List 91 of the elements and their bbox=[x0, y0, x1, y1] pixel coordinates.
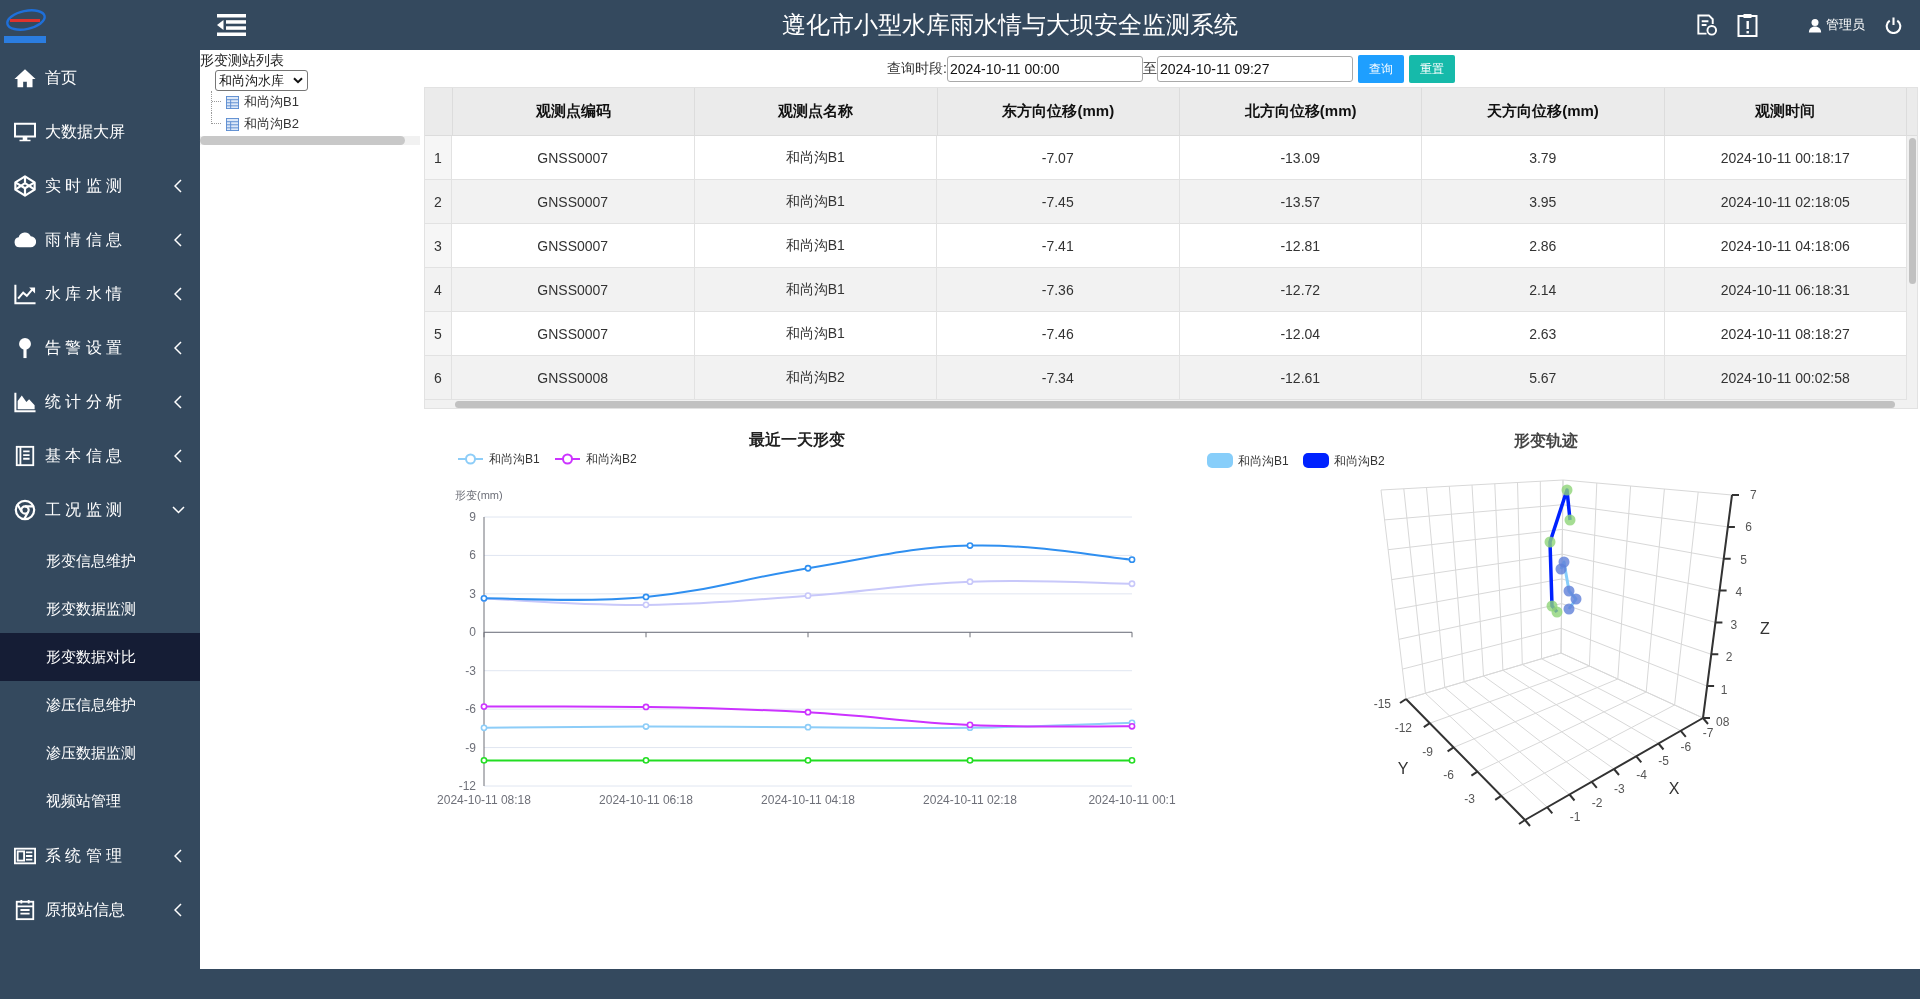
column-header: 北方向位移(mm) bbox=[1180, 88, 1423, 135]
axis-tick-label: -12 bbox=[458, 779, 476, 793]
table-cell: 3.79 bbox=[1422, 136, 1665, 180]
table-cell: GNSS0007 bbox=[452, 180, 695, 224]
column-header: 观测时间 bbox=[1664, 88, 1907, 135]
table-cell: -7.36 bbox=[937, 268, 1180, 312]
axis-tick-label: -12 bbox=[1394, 720, 1412, 735]
axis-tick-label: 2024-10-11 04:18 bbox=[761, 793, 855, 807]
axis-tick-label: 7 bbox=[1750, 488, 1757, 502]
axis-title: Y bbox=[1397, 760, 1409, 777]
axis-tick-label: -5 bbox=[1658, 754, 1669, 768]
axis-title: X bbox=[1668, 780, 1680, 797]
table-cell: 3.95 bbox=[1422, 180, 1665, 224]
table-cell: -13.09 bbox=[1179, 136, 1422, 180]
row-number: 2 bbox=[425, 180, 452, 224]
axis-tick-label: -1 bbox=[1569, 810, 1581, 824]
table-cell: -12.81 bbox=[1179, 224, 1422, 268]
axis-tick-label: 6 bbox=[1745, 520, 1752, 535]
table-cell: 2.63 bbox=[1422, 312, 1665, 356]
table-cell: GNSS0007 bbox=[452, 312, 695, 356]
column-header: 观测点编码 bbox=[453, 88, 696, 135]
query-label: 查询时段: bbox=[887, 60, 947, 78]
table-cell: 和尚沟B1 bbox=[694, 224, 937, 268]
table-cell: -12.04 bbox=[1179, 312, 1422, 356]
axis-tick-label: 2 bbox=[1725, 650, 1733, 665]
app-title: 遵化市小型水库雨水情与大坝安全监测系统 bbox=[782, 10, 1238, 40]
table-cell: 2024-10-11 08:18:27 bbox=[1664, 312, 1907, 356]
axis-tick-label: 0 bbox=[469, 625, 476, 640]
table-cell: 2024-10-11 06:18:31 bbox=[1664, 268, 1907, 312]
column-header: 天方向位移(mm) bbox=[1422, 88, 1665, 135]
table-cell: -13.57 bbox=[1179, 180, 1422, 224]
table-cell: 和尚沟B1 bbox=[694, 180, 937, 224]
table-cell: 2024-10-11 04:18:06 bbox=[1664, 224, 1907, 268]
axis-tick-label: 4 bbox=[1735, 585, 1743, 600]
row-number: 4 bbox=[425, 268, 452, 312]
axis-tick-label: 08 bbox=[1716, 715, 1730, 729]
table-cell: 和尚沟B1 bbox=[694, 268, 937, 312]
chart-title: 最近一天形变 bbox=[749, 431, 845, 448]
axis-tick-label: -7 bbox=[1702, 726, 1714, 740]
axis-tick-label: 2024-10-11 02:18 bbox=[923, 793, 1017, 807]
row-number: 3 bbox=[425, 224, 452, 268]
table-cell: 和尚沟B1 bbox=[694, 312, 937, 356]
axis-tick-label: -6 bbox=[1680, 740, 1692, 754]
axis-title: Z bbox=[1760, 620, 1770, 637]
table-cell: 5.67 bbox=[1422, 356, 1665, 400]
table-cell: GNSS0007 bbox=[452, 136, 695, 180]
chart-title: 形变轨迹 bbox=[1514, 432, 1578, 449]
table-cell: -7.07 bbox=[937, 136, 1180, 180]
table-cell: GNSS0008 bbox=[452, 356, 695, 400]
axis-tick-label: 5 bbox=[1740, 552, 1747, 567]
row-number: 6 bbox=[425, 356, 452, 400]
table-cell: 和尚沟B2 bbox=[694, 356, 937, 400]
axis-tick-label: -6 bbox=[1443, 768, 1454, 783]
table-cell: 和尚沟B1 bbox=[694, 136, 937, 180]
range-separator: 至 bbox=[1142, 60, 1157, 78]
table-cell: 2024-10-11 02:18:05 bbox=[1664, 180, 1907, 224]
table-cell: GNSS0007 bbox=[452, 224, 695, 268]
axis-tick-label: -9 bbox=[465, 740, 476, 755]
table-cell: -7.34 bbox=[937, 356, 1180, 400]
table-cell: 2.14 bbox=[1422, 268, 1665, 312]
axis-title: 形变(mm) bbox=[455, 489, 503, 501]
axis-tick-label: -3 bbox=[465, 663, 476, 678]
column-header: 东方向位移(mm) bbox=[937, 88, 1180, 135]
axis-tick-label: 2024-10-11 06:18 bbox=[599, 793, 693, 807]
column-header: 观测点名称 bbox=[695, 88, 938, 135]
axis-tick-label: -9 bbox=[1422, 744, 1433, 759]
axis-tick-label: -15 bbox=[1373, 697, 1391, 711]
panel-title: 形变测站列表 bbox=[200, 51, 285, 69]
table-cell: 2.86 bbox=[1422, 224, 1665, 268]
axis-tick-label: -2 bbox=[1591, 796, 1603, 810]
axis-tick-label: -4 bbox=[1636, 768, 1647, 782]
table-cell: -7.46 bbox=[937, 312, 1180, 356]
axis-tick-label: 2024-10-11 00:1 bbox=[1088, 793, 1176, 807]
axis-tick-label: 9 bbox=[469, 510, 476, 524]
axis-tick-label: -3 bbox=[1464, 792, 1475, 806]
table-cell: 2024-10-11 00:02:58 bbox=[1664, 356, 1907, 400]
row-number: 5 bbox=[425, 312, 452, 356]
table-cell: -7.41 bbox=[937, 224, 1180, 268]
row-number: 1 bbox=[425, 136, 452, 180]
axis-tick-label: -3 bbox=[1614, 782, 1625, 796]
table-cell: 2024-10-11 00:18:17 bbox=[1664, 136, 1907, 180]
axis-tick-label: 6 bbox=[469, 548, 476, 563]
table-cell: GNSS0007 bbox=[452, 268, 695, 312]
axis-tick-label: 3 bbox=[469, 586, 476, 601]
axis-tick-label: -6 bbox=[465, 702, 476, 717]
table-cell: -12.72 bbox=[1179, 268, 1422, 312]
table-cell: -7.45 bbox=[937, 180, 1180, 224]
axis-tick-label: 3 bbox=[1730, 617, 1738, 632]
axis-tick-label: 1 bbox=[1720, 682, 1728, 697]
table-cell: -12.61 bbox=[1179, 356, 1422, 400]
axis-tick-label: 2024-10-11 08:18 bbox=[437, 793, 531, 807]
